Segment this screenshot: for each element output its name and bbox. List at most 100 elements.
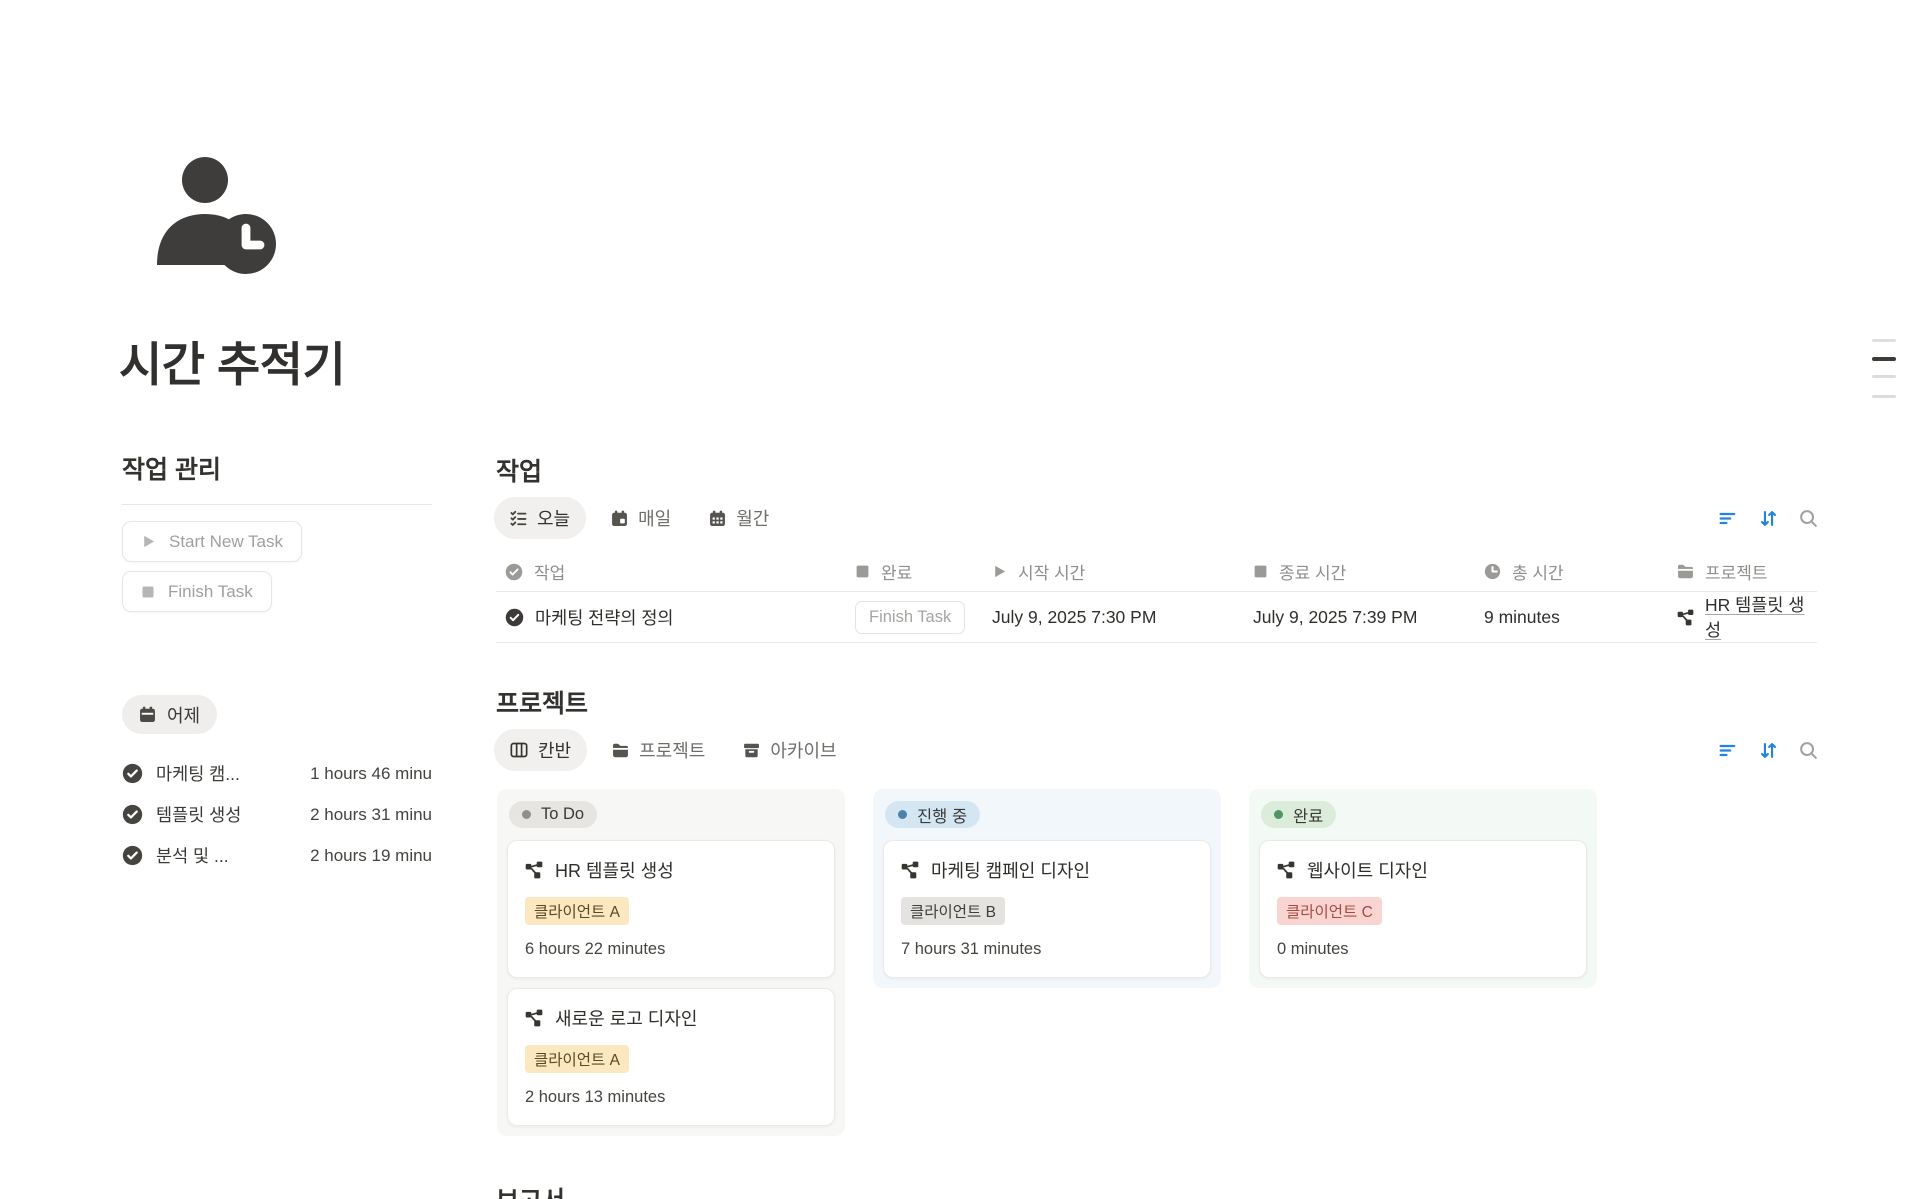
projects-view-tabs: 칸반 프로젝트 아카이브 [494,729,1818,771]
status-dot [898,810,907,819]
kanban-column-done: 완료 웹사이트 디자인 클라이언트 C 0 minutes [1249,789,1597,988]
tasks-view-tabs: 오늘 매일 월간 [494,497,1818,539]
filter-icon[interactable] [1719,741,1738,760]
calendar-grid-icon [709,510,726,527]
calendar-icon [139,706,156,723]
row-end-time-cell: July 9, 2025 7:39 PM [1244,607,1475,628]
tasks-view-actions [1719,509,1818,528]
tab-today-label: 오늘 [537,505,570,531]
reports-heading: 보고서 [496,1181,565,1199]
card-title: HR 템플릿 생성 [555,857,674,883]
tasks-heading: 작업 [496,452,542,488]
tab-monthly[interactable]: 월간 [696,497,782,539]
client-tag: 클라이언트 A [525,897,629,925]
board-icon [510,741,528,759]
status-dot [1274,810,1283,819]
tab-archive[interactable]: 아카이브 [730,729,849,771]
folder-icon [1677,563,1694,580]
tab-kanban[interactable]: 칸반 [494,729,587,771]
row-project-cell: HR 템플릿 생성 [1668,592,1817,642]
relation-icon [901,861,919,879]
divider [122,504,432,505]
project-link[interactable]: HR 템플릿 생성 [1705,592,1817,642]
status-badge-todo[interactable]: To Do [509,801,597,828]
check-circle-icon [122,845,143,866]
sidebar-heading: 작업 관리 [122,450,432,486]
client-tag: 클라이언트 B [901,897,1005,925]
task-label: 마케팅 캠... [156,761,240,786]
status-label: 진행 중 [917,803,967,827]
kanban-card[interactable]: HR 템플릿 생성 클라이언트 A 6 hours 22 minutes [507,840,835,978]
card-title: 새로운 로고 디자인 [555,1005,697,1031]
column-label: 프로젝트 [1705,559,1768,584]
start-new-task-label: Start New Task [169,532,283,552]
clock-icon [1484,563,1501,580]
sort-icon[interactable] [1759,741,1778,760]
finish-task-label: Finish Task [168,582,253,602]
card-time: 2 hours 13 minutes [525,1088,817,1107]
yesterday-button[interactable]: 어제 [122,695,217,734]
row-start-time-cell: July 9, 2025 7:30 PM [983,607,1244,628]
client-tag: 클라이언트 C [1277,897,1382,925]
tab-today[interactable]: 오늘 [494,497,586,539]
status-badge-done[interactable]: 완료 [1261,801,1336,828]
yesterday-label: 어제 [167,702,200,728]
yesterday-task-list: 마케팅 캠... 1 hours 46 minu 템플릿 생성 2 hours … [122,753,432,876]
list-item[interactable]: 마케팅 캠... 1 hours 46 minu [122,753,432,794]
check-circle-icon [505,608,524,627]
status-badge-in-progress[interactable]: 진행 중 [885,801,980,828]
relation-icon [1277,861,1295,879]
page: 시간 추적기 작업 관리 Start New Task Finish Task [0,0,1920,1199]
outline-indicator[interactable] [1872,339,1896,398]
column-header-end-time[interactable]: 종료 시간 [1244,559,1475,584]
column-label: 종료 시간 [1279,559,1346,584]
relation-icon [525,1009,543,1027]
check-circle-icon [122,804,143,825]
column-header-task[interactable]: 작업 [496,559,846,584]
yesterday-section: 어제 마케팅 캠... 1 hours 46 minu 템플릿 생성 2 hou… [122,695,432,876]
tasks-table-header: 작업 완료 시작 시간 종료 시간 [496,552,1817,592]
calendar-icon [611,510,628,527]
kanban-card[interactable]: 마케팅 캠페인 디자인 클라이언트 B 7 hours 31 minutes [883,840,1211,978]
person-with-clock-icon[interactable] [141,153,287,279]
kanban-card[interactable]: 웹사이트 디자인 클라이언트 C 0 minutes [1259,840,1587,978]
tab-daily[interactable]: 매일 [598,497,684,539]
task-time: 1 hours 46 minu [310,764,432,784]
sort-icon[interactable] [1759,509,1778,528]
search-icon[interactable] [1799,509,1818,528]
stop-icon [141,585,155,599]
filter-icon[interactable] [1719,509,1738,528]
column-header-total-time[interactable]: 총 시간 [1475,559,1668,584]
projects-view-actions [1719,741,1818,760]
column-header-complete[interactable]: 완료 [846,559,983,584]
start-new-task-button[interactable]: Start New Task [122,521,302,562]
tab-projects[interactable]: 프로젝트 [599,729,718,771]
status-label: To Do [541,805,584,824]
kanban-column-todo: To Do HR 템플릿 생성 클라이언트 A 6 hours 22 minut… [497,789,845,1136]
search-icon[interactable] [1799,741,1818,760]
folder-icon [612,742,629,759]
finish-task-row-button[interactable]: Finish Task [855,601,965,634]
column-header-project[interactable]: 프로젝트 [1668,559,1817,584]
tab-daily-label: 매일 [638,505,671,531]
kanban-column-in-progress: 진행 중 마케팅 캠페인 디자인 클라이언트 B 7 hours 31 minu… [873,789,1221,988]
row-task-cell[interactable]: 마케팅 전략의 정의 [496,605,846,630]
card-title: 마케팅 캠페인 디자인 [931,857,1090,883]
task-time: 2 hours 19 minu [310,846,432,866]
column-header-start-time[interactable]: 시작 시간 [983,559,1244,584]
finish-task-button[interactable]: Finish Task [122,571,272,612]
projects-heading: 프로젝트 [496,684,588,720]
card-time: 6 hours 22 minutes [525,940,817,959]
outline-bar [1872,395,1896,398]
list-item[interactable]: 분석 및 ... 2 hours 19 minu [122,835,432,876]
table-row[interactable]: 마케팅 전략의 정의 Finish Task July 9, 2025 7:30… [496,592,1817,643]
check-circle-icon [505,563,523,581]
task-time: 2 hours 31 minu [310,805,432,825]
page-title: 시간 추적기 [119,326,345,395]
square-icon [1253,564,1268,579]
outline-bar [1872,375,1896,378]
archive-icon [743,742,760,759]
kanban-card[interactable]: 새로운 로고 디자인 클라이언트 A 2 hours 13 minutes [507,988,835,1126]
list-item[interactable]: 템플릿 생성 2 hours 31 minu [122,794,432,835]
column-label: 총 시간 [1512,559,1564,584]
